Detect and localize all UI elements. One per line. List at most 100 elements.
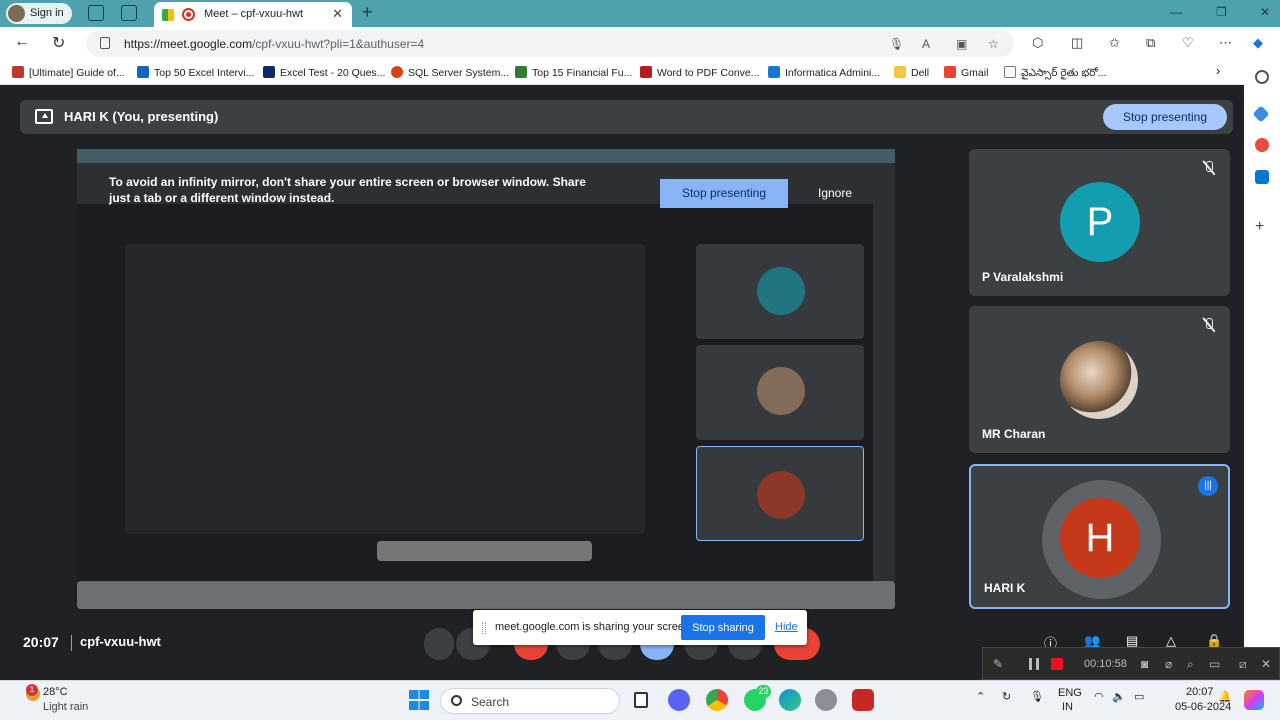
stop-sharing-button[interactable]: Stop sharing	[681, 615, 765, 640]
taskbar-search[interactable]: Search	[440, 688, 620, 714]
gmail-icon	[944, 66, 956, 78]
office-icon[interactable]	[1255, 138, 1269, 152]
more-options-icon[interactable]: ⋯	[1219, 35, 1232, 51]
participant-tile[interactable]: MR Charan	[969, 306, 1230, 453]
notification-icon[interactable]: 🔔	[1218, 690, 1232, 703]
stop-presenting-button[interactable]: Stop presenting	[1102, 104, 1227, 130]
shared-screen	[77, 149, 895, 609]
favorites-icon[interactable]: ✩	[1109, 35, 1120, 51]
annotate-icon[interactable]: ▭	[1209, 657, 1220, 671]
bookmark-item[interactable]: Excel Test - 20 Ques...	[263, 66, 385, 79]
muted-mic-icon	[1202, 161, 1216, 175]
mic-tray-icon[interactable]: 🎙	[1030, 690, 1044, 703]
bookmark-item[interactable]: Top 50 Excel Intervi...	[137, 66, 254, 79]
muted-mic-icon	[1202, 318, 1216, 332]
volume-icon[interactable]: 🔈	[1112, 690, 1126, 703]
participant-avatar: P	[1060, 182, 1140, 262]
weather-temp: 28°C	[43, 686, 68, 698]
new-tab-icon[interactable]: +	[362, 2, 373, 23]
mirror-share-bar	[377, 541, 592, 561]
battery-icon[interactable]: ▭	[1134, 690, 1144, 703]
meeting-time: 20:07	[23, 634, 59, 650]
tab-actions-icon[interactable]	[121, 5, 137, 21]
sign-in-button[interactable]: Sign in	[6, 3, 72, 24]
outlook-icon[interactable]	[1255, 170, 1269, 184]
copilot-icon[interactable]: ◆	[1253, 35, 1263, 51]
sync-icon[interactable]: ↻	[1002, 690, 1011, 703]
tab-meet[interactable]: Meet – cpf-vxuu-hwt ✕	[154, 2, 352, 27]
zoom-icon[interactable]: ⌕	[1187, 657, 1194, 672]
screen-recorder-toolbar: ✎ 00:10:58 ◙ ⌀ ⌕ ▭ ⧄ ✕	[982, 647, 1280, 680]
bookmark-item[interactable]: Informatica Admini...	[768, 66, 880, 79]
app-available-icon[interactable]: ▣	[956, 37, 967, 51]
task-view-icon[interactable]	[634, 692, 648, 708]
mirror-nested-screen	[125, 244, 645, 534]
bookmark-item[interactable]: Word to PDF Conve...	[640, 66, 760, 79]
bookmark-item[interactable]: Gmail	[944, 66, 988, 79]
weather-desc: Light rain	[43, 701, 89, 713]
pen-icon[interactable]: ✎	[993, 657, 1003, 671]
shopping-tag-icon[interactable]	[1252, 105, 1270, 123]
warning-ignore-button[interactable]: Ignore	[818, 186, 852, 200]
meet-favicon-icon	[162, 9, 174, 21]
stop-record-icon[interactable]	[1051, 658, 1063, 670]
bookmark-label: Excel Test - 20 Ques...	[280, 67, 386, 79]
folder-icon	[894, 66, 906, 78]
edge-icon[interactable]	[779, 689, 801, 711]
url-field[interactable]: https://meet.google.com/cpf-vxuu-hwt?pli…	[86, 30, 1014, 57]
profile-avatar	[8, 5, 25, 22]
workspaces-icon[interactable]	[88, 5, 104, 21]
minimize-icon[interactable]: —	[1170, 5, 1182, 19]
pause-icon[interactable]	[1029, 658, 1039, 670]
sharing-message: meet.google.com is sharing your screen.	[495, 621, 694, 633]
edit-icon[interactable]: ⧄	[1239, 657, 1247, 672]
start-menu-icon[interactable]	[409, 690, 429, 710]
mirror-avatar	[757, 471, 805, 519]
audio-options-button[interactable]	[424, 628, 454, 660]
bookmark-item[interactable]: Top 15 Financial Fu...	[515, 66, 632, 79]
read-aloud-icon[interactable]: A	[922, 37, 930, 51]
clock-time[interactable]: 20:07	[1186, 686, 1214, 698]
participant-tile-active[interactable]: H ||| HARI K	[969, 464, 1230, 609]
close-window-icon[interactable]: ✕	[1260, 5, 1270, 19]
back-icon[interactable]: ←	[14, 33, 30, 51]
region-label[interactable]: IN	[1062, 701, 1073, 713]
chrome-icon[interactable]	[706, 689, 728, 711]
bookmark-item[interactable]: [Ultimate] Guide of...	[12, 66, 125, 79]
bookmark-label: వైఎస్సార్ రైతు భరో...	[1021, 67, 1107, 79]
bookmarks-overflow-icon[interactable]: ›	[1216, 63, 1220, 78]
close-tab-icon[interactable]: ✕	[332, 6, 343, 22]
extensions-icon[interactable]: ⬡	[1032, 35, 1043, 51]
favorite-star-icon[interactable]: ☆	[988, 37, 999, 51]
close-recorder-icon[interactable]: ✕	[1261, 657, 1271, 671]
bookmark-folder[interactable]: Dell	[894, 66, 929, 79]
drag-handle-icon[interactable]	[482, 622, 486, 634]
bookmark-item[interactable]: SQL Server System...	[391, 66, 509, 79]
add-sidebar-app-icon[interactable]: +	[1255, 219, 1264, 235]
settings-icon[interactable]	[815, 689, 837, 711]
browser-essentials-icon[interactable]: ♡	[1182, 35, 1194, 51]
infinity-mirror-warning: To avoid an infinity mirror, don't share…	[109, 175, 586, 205]
maximize-icon[interactable]: ❐	[1216, 5, 1227, 19]
recorder-app-icon[interactable]	[852, 689, 874, 711]
microphone-icon[interactable]: 🎙	[889, 37, 904, 51]
mirror-frame	[77, 149, 895, 609]
language-label[interactable]: ENG	[1058, 687, 1082, 699]
mic-muted-icon[interactable]: ⌀	[1165, 657, 1172, 671]
divider	[71, 635, 72, 651]
hide-link[interactable]: Hide	[775, 621, 798, 633]
participant-tile[interactable]: P P Varalakshmi	[969, 149, 1230, 296]
wifi-icon[interactable]: ◠	[1094, 690, 1104, 703]
copilot-taskbar-icon[interactable]	[1244, 690, 1264, 710]
discord-icon[interactable]	[668, 689, 690, 711]
warning-stop-presenting-button[interactable]: Stop presenting	[660, 179, 788, 208]
search-icon[interactable]	[1255, 70, 1269, 84]
bookmark-item[interactable]: వైఎస్సార్ రైతు భరో...	[1004, 66, 1106, 82]
lock-icon[interactable]	[100, 37, 110, 49]
meet-window: HARI K (You, presenting) Stop presenting…	[4, 88, 1242, 720]
camera-icon[interactable]: ◙	[1141, 657, 1148, 671]
split-screen-icon[interactable]: ◫	[1071, 35, 1083, 51]
refresh-icon[interactable]: ↻	[52, 33, 65, 53]
collections-icon[interactable]: ⧉	[1146, 35, 1155, 51]
tray-overflow-icon[interactable]: ⌃	[976, 690, 985, 703]
